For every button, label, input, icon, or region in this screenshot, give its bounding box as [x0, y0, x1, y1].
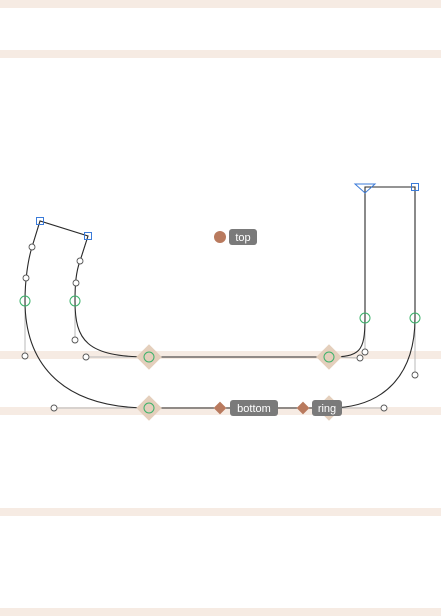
anchor-diamond — [316, 344, 342, 370]
offcurve-point[interactable] — [361, 348, 369, 356]
offcurve-point[interactable] — [28, 243, 36, 251]
anchor-top-dot[interactable] — [214, 231, 226, 243]
guideline-descender — [0, 508, 441, 516]
guideline-xheight — [0, 351, 441, 359]
glyph-editor-canvas[interactable]: top bottom ring — [0, 0, 441, 616]
offcurve-point[interactable] — [72, 279, 80, 287]
offcurve-point[interactable] — [22, 274, 30, 282]
guideline-bottom-band — [0, 608, 441, 616]
anchor-top[interactable]: top — [214, 229, 257, 245]
anchor-diamond — [136, 344, 162, 370]
offcurve-point[interactable] — [71, 336, 79, 344]
offcurve-point[interactable] — [356, 354, 364, 362]
guideline-top-band — [0, 0, 441, 8]
glyph-outline[interactable] — [24, 186, 416, 409]
anchor-ring[interactable]: ring — [296, 400, 342, 416]
offcurve-point[interactable] — [380, 404, 388, 412]
outer-contour[interactable] — [24, 186, 416, 409]
offcurve-point[interactable] — [21, 352, 29, 360]
offcurve-point[interactable] — [411, 371, 419, 379]
guideline-ascender — [0, 50, 441, 58]
corner-points[interactable] — [36, 183, 419, 240]
anchor-bottom-label: bottom — [237, 403, 271, 415]
anchor-ring-label: ring — [318, 403, 336, 415]
offcurve-point[interactable] — [50, 404, 58, 412]
metric-guidelines — [0, 0, 441, 616]
anchor-diamond — [136, 395, 162, 421]
anchor-top-label: top — [235, 232, 250, 244]
offcurve-handles[interactable] — [21, 243, 419, 412]
offcurve-point[interactable] — [82, 353, 90, 361]
offcurve-point[interactable] — [76, 257, 84, 265]
